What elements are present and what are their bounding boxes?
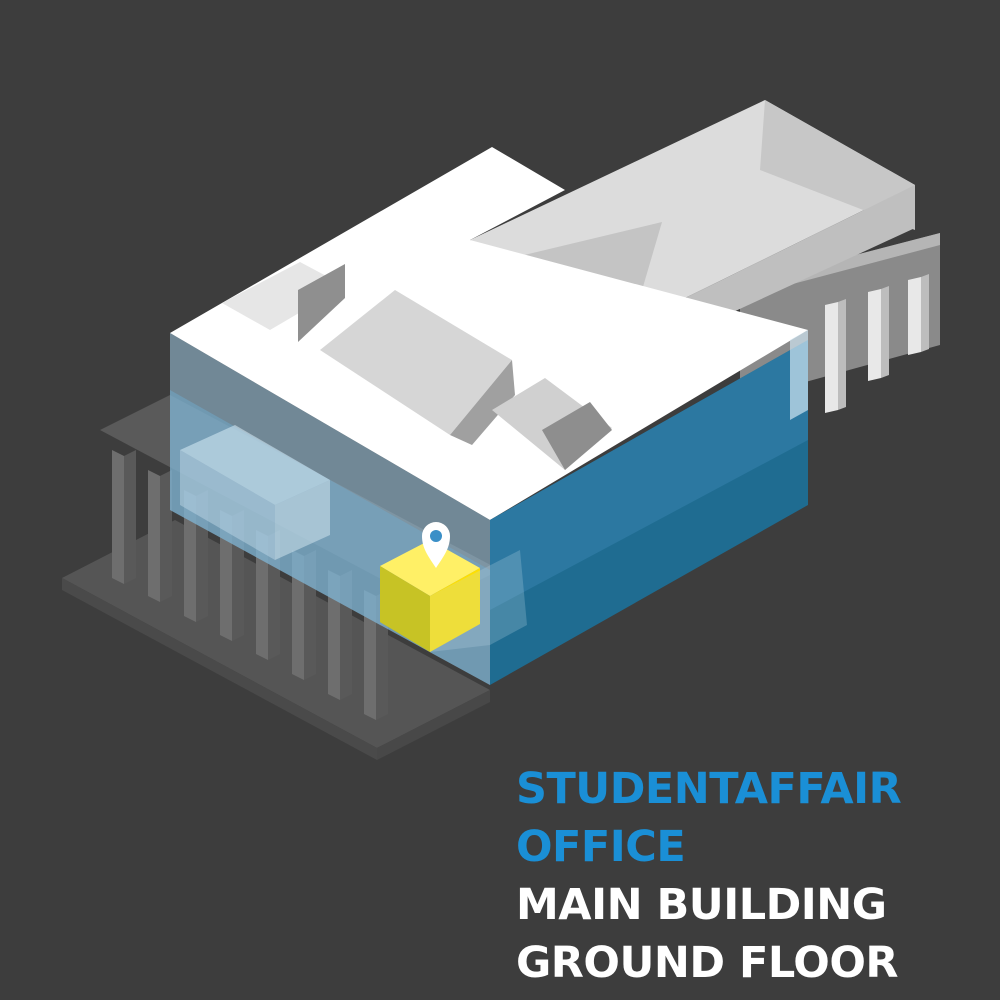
destination-name-line-1: STUDENTAFFAIR: [516, 764, 902, 814]
floor-name: GROUND FLOOR: [516, 938, 899, 988]
building-name: MAIN BUILDING: [516, 880, 887, 930]
destination-name-line-2: OFFICE: [516, 822, 686, 872]
destination-caption: STUDENTAFFAIR OFFICE MAIN BUILDING GROUN…: [516, 760, 902, 992]
